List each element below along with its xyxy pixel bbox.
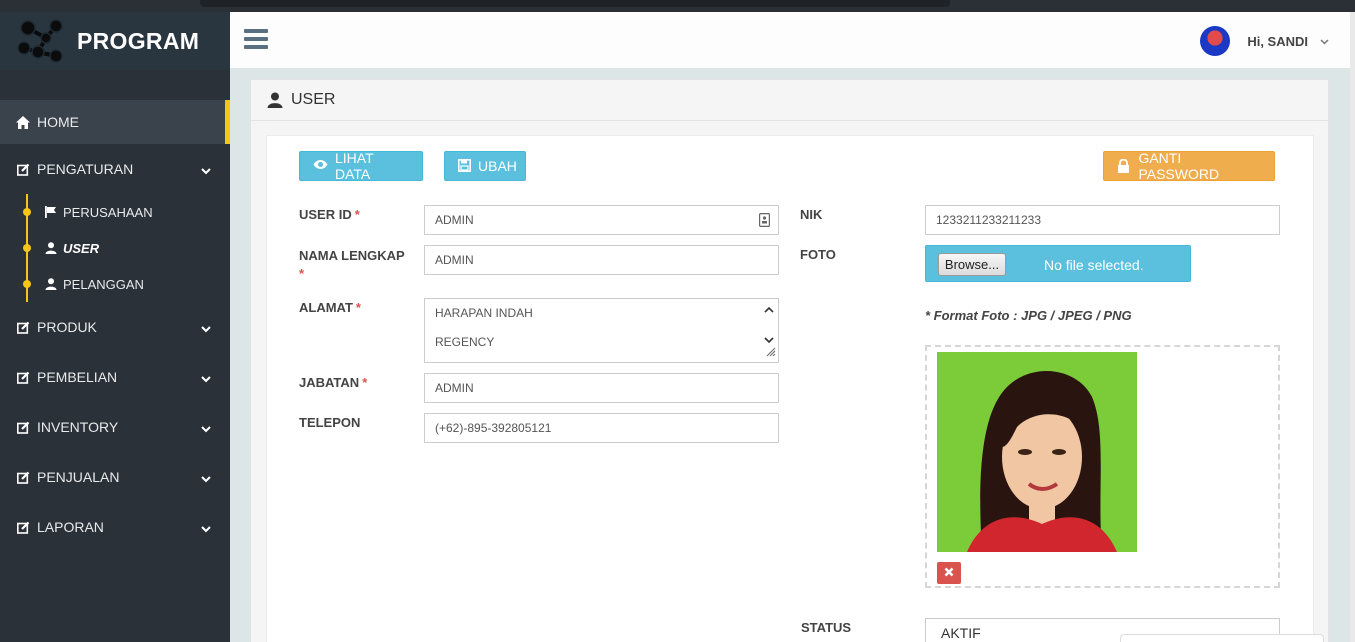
user-icon [45, 278, 57, 290]
position-field[interactable]: ADMIN [424, 373, 779, 403]
molecule-logo-icon [16, 18, 66, 64]
scroll-up-icon[interactable] [764, 302, 774, 316]
photo-file-input[interactable]: Browse... No file selected. [925, 245, 1191, 282]
floating-card [1120, 634, 1324, 642]
floppy-disk-icon [458, 158, 471, 174]
avatar [1200, 26, 1231, 56]
nik-label: NIK [800, 207, 823, 222]
chevron-down-icon [201, 370, 211, 386]
top-strip [0, 0, 1355, 12]
sidebar-item-produk[interactable]: PRODUK [0, 302, 230, 352]
sidebar-item-penjualan[interactable]: PENJUALAN [0, 452, 230, 502]
address-textarea[interactable]: HARAPAN INDAH REGENCY [424, 298, 779, 363]
sidebar-item-label: PEMBELIAN [37, 369, 118, 385]
user-id-label: USER ID * [299, 207, 360, 222]
user-menu[interactable]: Hi, SANDI [1200, 26, 1329, 56]
sidebar-item-inventory[interactable]: INVENTORY [0, 402, 230, 452]
sidebar-item-user[interactable]: USER [0, 230, 230, 266]
sidebar-item-label: PRODUK [37, 319, 97, 335]
chevron-down-icon [1320, 32, 1329, 50]
lock-icon [1117, 158, 1131, 174]
status-label: STATUS [801, 620, 852, 635]
edit-icon [16, 470, 30, 484]
view-data-label: LIHAT DATA [335, 150, 374, 182]
photo-preview-box [925, 345, 1280, 588]
photo-label: FOTO [800, 247, 836, 262]
user-icon [267, 92, 283, 108]
submenu-pengaturan: PERUSAHAAN USER PELANGGAN [0, 194, 230, 302]
sidebar-item-label: USER [63, 240, 100, 256]
edit-button[interactable]: UBAH [444, 151, 526, 181]
sidebar-item-label: PENJUALAN [37, 469, 120, 485]
sidebar-item-label: INVENTORY [37, 419, 119, 435]
change-password-button[interactable]: GANTI PASSWORD [1103, 150, 1275, 182]
sidebar-item-laporan[interactable]: LAPORAN [0, 502, 230, 552]
edit-icon [16, 370, 30, 384]
full-name-field[interactable]: ADMIN [424, 245, 779, 275]
sidebar-item-label: HOME [37, 114, 79, 130]
browse-button[interactable]: Browse... [938, 253, 1006, 276]
sidebar-item-label: LAPORAN [37, 519, 104, 535]
user-icon [45, 242, 57, 254]
home-icon [16, 115, 30, 129]
edit-icon [16, 320, 30, 334]
edit-label: UBAH [478, 158, 517, 174]
sidebar: PROGRAM HOME PENGATURAN PERUSAHAAN USER … [0, 12, 230, 642]
profile-photo [937, 352, 1137, 552]
sidebar-item-pelanggan[interactable]: PELANGGAN [0, 266, 230, 302]
file-status-text: No file selected. [1044, 257, 1144, 273]
scroll-down-icon[interactable] [764, 333, 774, 347]
chevron-down-icon [201, 420, 211, 436]
sidebar-item-label: PELANGGAN [63, 276, 144, 292]
chevron-down-icon [201, 520, 211, 536]
contact-card-icon [759, 213, 771, 230]
nik-field[interactable]: 1233211233211233 [925, 205, 1280, 235]
panel-header: USER [251, 80, 1328, 121]
hamburger-menu-icon[interactable] [244, 29, 268, 51]
position-label: JABATAN * [299, 375, 368, 390]
flag-icon [45, 206, 57, 218]
user-greeting: Hi, SANDI [1247, 33, 1308, 49]
top-header: Hi, SANDI [230, 12, 1355, 68]
view-data-button[interactable]: LIHAT DATA [299, 150, 423, 182]
close-icon [944, 564, 954, 582]
address-line-2: REGENCY [435, 334, 495, 349]
phone-label: TELEPON [299, 415, 361, 430]
eye-icon [313, 159, 328, 174]
address-label: ALAMAT * [299, 300, 361, 315]
remove-photo-button[interactable] [937, 562, 961, 584]
brand[interactable]: PROGRAM [0, 12, 230, 70]
resize-handle-icon[interactable] [766, 346, 776, 360]
address-line-1: HARAPAN INDAH [435, 306, 533, 320]
edit-icon [16, 420, 30, 434]
page-title: USER [291, 91, 336, 108]
chevron-down-icon [201, 162, 211, 178]
sidebar-item-pengaturan[interactable]: PENGATURAN [0, 144, 230, 194]
edit-icon [16, 162, 30, 176]
change-password-label: GANTI PASSWORD [1138, 150, 1220, 182]
sidebar-item-label: PENGATURAN [37, 161, 134, 177]
brand-title: PROGRAM [77, 27, 200, 54]
phone-field[interactable]: (+62)-895-392805121 [424, 413, 779, 443]
photo-format-note: * Format Foto : JPG / JPEG / PNG [925, 308, 1132, 323]
chevron-down-icon [201, 320, 211, 336]
sidebar-menu: HOME PENGATURAN PERUSAHAAN USER PELANGGA… [0, 100, 230, 552]
sidebar-item-home[interactable]: HOME [0, 100, 230, 144]
user-id-field[interactable]: ADMIN [424, 205, 779, 235]
chevron-down-icon [201, 470, 211, 486]
sidebar-item-label: PERUSAHAAN [63, 204, 153, 220]
page-scrollbar[interactable] [1350, 12, 1355, 642]
sidebar-item-pembelian[interactable]: PEMBELIAN [0, 352, 230, 402]
sidebar-item-perusahaan[interactable]: PERUSAHAAN [0, 194, 230, 230]
edit-icon [16, 520, 30, 534]
full-name-label: NAMA LENGKAP * [299, 248, 405, 281]
app-window: PROGRAM HOME PENGATURAN PERUSAHAAN USER … [0, 0, 1355, 642]
